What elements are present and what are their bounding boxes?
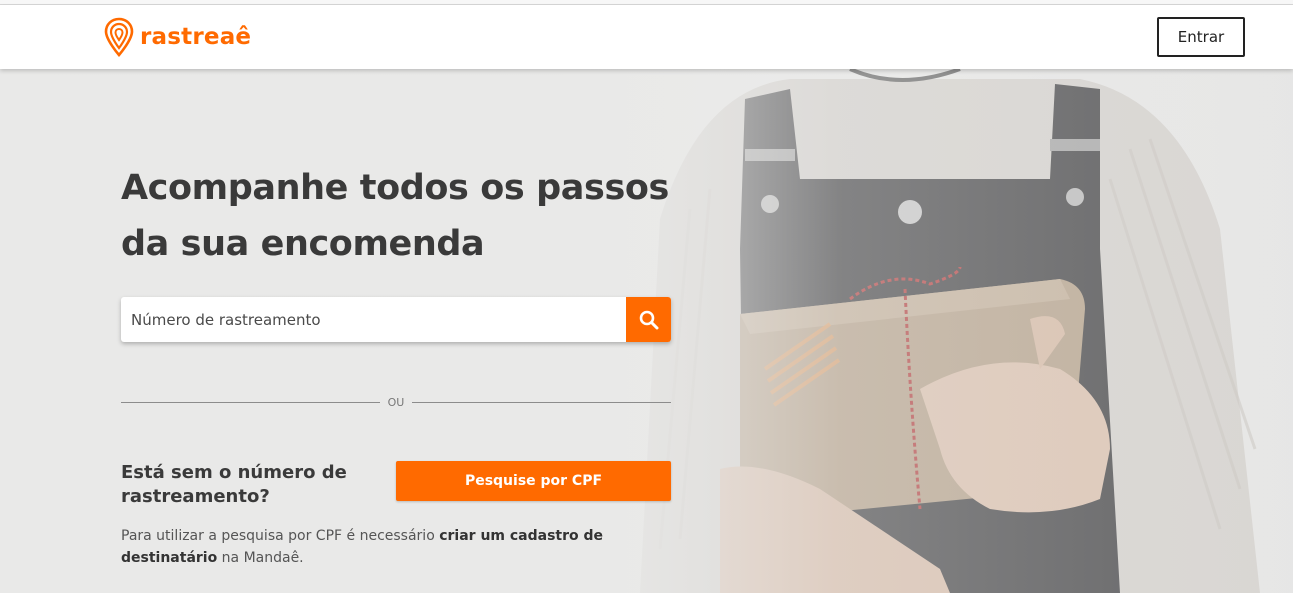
cpf-note: Para utilizar a pesquisa por CPF é neces… bbox=[121, 525, 661, 569]
brand-name: rastreaê bbox=[140, 24, 252, 50]
cpf-note-suffix: na Mandaê. bbox=[217, 550, 304, 566]
divider-line-right bbox=[412, 401, 671, 403]
no-tracking-number-question: Está sem o número de rastreamento? bbox=[121, 462, 347, 507]
site-header: rastreaê Entrar bbox=[0, 5, 1293, 69]
cpf-note-prefix: Para utilizar a pesquisa por CPF é neces… bbox=[121, 528, 440, 544]
divider-line-left bbox=[121, 401, 380, 403]
divider-text: OU bbox=[387, 395, 405, 409]
location-pin-icon bbox=[104, 17, 134, 57]
headline-line-1: Acompanhe todos os passos bbox=[121, 168, 669, 208]
hero-section: Acompanhe todos os passos da sua encomen… bbox=[0, 69, 1293, 593]
tracking-number-input[interactable] bbox=[121, 297, 626, 342]
or-divider: OU bbox=[121, 394, 671, 410]
login-button[interactable]: Entrar bbox=[1157, 17, 1245, 57]
search-icon bbox=[639, 310, 658, 329]
hero-content: Acompanhe todos os passos da sua encomen… bbox=[121, 69, 681, 593]
brand-logo[interactable]: rastreaê bbox=[104, 17, 251, 57]
search-by-cpf-button[interactable]: Pesquise por CPF bbox=[396, 461, 671, 501]
tracking-search bbox=[121, 297, 671, 342]
page-title: Acompanhe todos os passos da sua encomen… bbox=[121, 160, 681, 272]
headline-line-2: da sua encomenda bbox=[121, 224, 485, 264]
search-button[interactable] bbox=[626, 297, 671, 342]
